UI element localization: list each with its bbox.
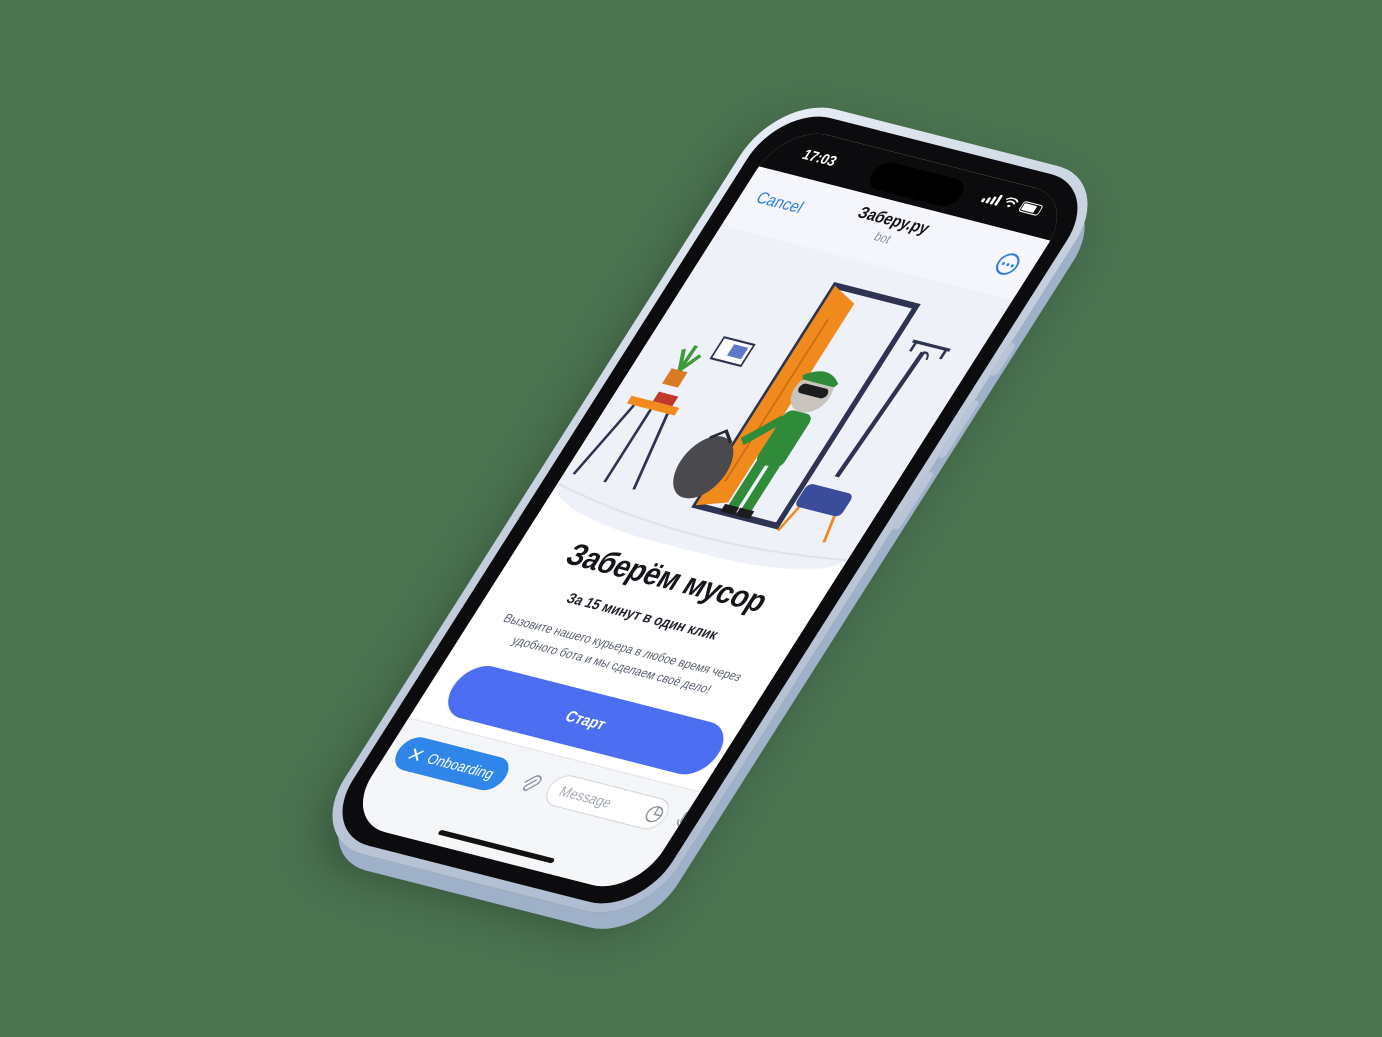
- battery-icon: [1017, 200, 1044, 217]
- signal-icon: [980, 191, 1004, 206]
- close-icon[interactable]: [407, 748, 425, 762]
- onboarding-chip-label: Onboarding: [423, 750, 498, 782]
- home-indicator: [437, 829, 556, 864]
- phone-mockup: 17:03 Cancel Заберу.ру bot Заберём мусор…: [305, 94, 1115, 926]
- status-icons: [980, 191, 1044, 217]
- wifi-icon: [1006, 197, 1019, 208]
- onboarding-chip[interactable]: Onboarding: [388, 733, 516, 794]
- status-time: 17:03: [799, 145, 841, 170]
- phone-screen: 17:03 Cancel Заберу.ру bot Заберём мусор…: [342, 124, 1078, 896]
- mockup-stage: 17:03 Cancel Заберу.ру bot Заберём мусор…: [0, 0, 1382, 1037]
- phone-bezel: 17:03 Cancel Заберу.ру bot Заберём мусор…: [319, 105, 1101, 915]
- paperclip-icon[interactable]: [515, 771, 544, 796]
